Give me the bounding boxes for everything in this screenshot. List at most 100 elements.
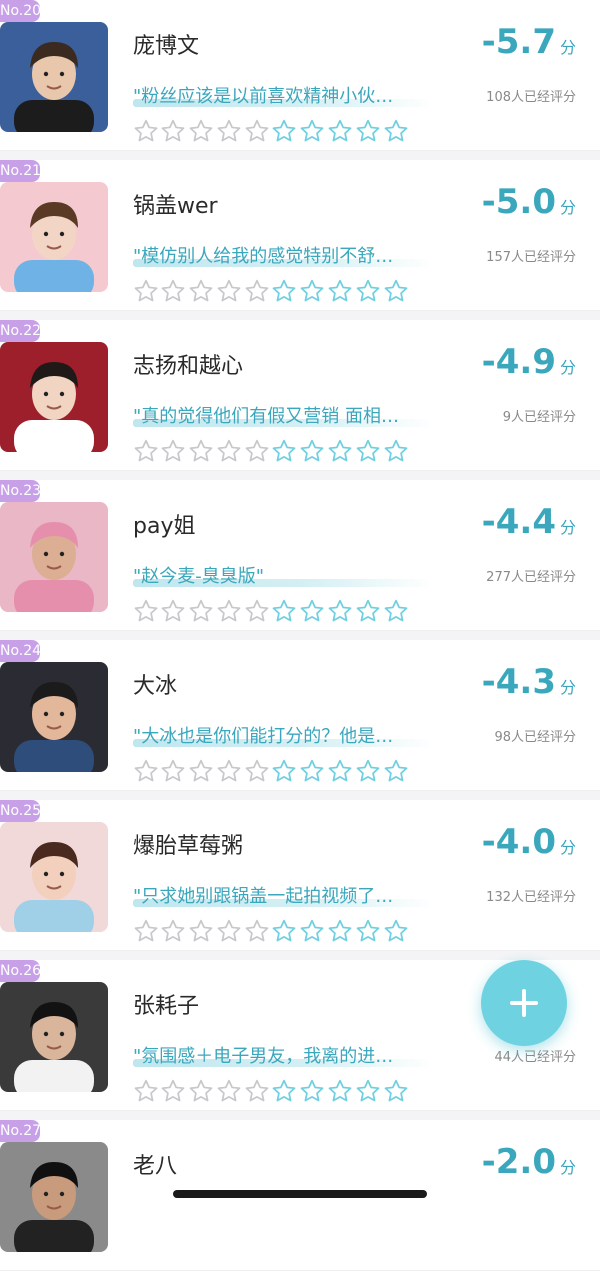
avatar[interactable] — [0, 182, 108, 292]
star-icon[interactable] — [355, 1078, 381, 1104]
star-icon[interactable] — [216, 278, 242, 304]
star-icon[interactable] — [188, 118, 214, 144]
list-item[interactable]: No.24 大冰 "大冰也是你们能打分的？他是… -4.3 分 98人已经评分 — [0, 640, 600, 791]
quote[interactable]: "只求她别跟锅盖一起拍视频了… — [133, 882, 443, 912]
star-icon[interactable] — [355, 278, 381, 304]
avatar[interactable] — [0, 822, 108, 932]
star-icon[interactable] — [299, 598, 325, 624]
star-icon[interactable] — [383, 118, 409, 144]
star-icon[interactable] — [327, 598, 353, 624]
star-rating[interactable] — [133, 918, 413, 944]
avatar[interactable] — [0, 342, 108, 452]
star-icon[interactable] — [133, 118, 159, 144]
star-icon[interactable] — [188, 758, 214, 784]
star-icon[interactable] — [188, 918, 214, 944]
star-icon[interactable] — [244, 758, 270, 784]
avatar[interactable] — [0, 22, 108, 132]
star-icon[interactable] — [271, 438, 297, 464]
star-rating[interactable] — [133, 118, 413, 144]
star-icon[interactable] — [133, 758, 159, 784]
star-icon[interactable] — [244, 598, 270, 624]
item-name[interactable]: 庞博文 — [133, 28, 199, 60]
star-icon[interactable] — [160, 278, 186, 304]
star-rating[interactable] — [133, 438, 413, 464]
star-icon[interactable] — [188, 278, 214, 304]
star-icon[interactable] — [188, 438, 214, 464]
avatar[interactable] — [0, 502, 108, 612]
star-icon[interactable] — [271, 1078, 297, 1104]
quote[interactable]: "真的觉得他们有假又营销 面相… — [133, 402, 443, 432]
star-icon[interactable] — [216, 758, 242, 784]
star-icon[interactable] — [327, 438, 353, 464]
item-name[interactable]: 锅盖wer — [133, 188, 218, 220]
star-icon[interactable] — [160, 1078, 186, 1104]
star-icon[interactable] — [133, 598, 159, 624]
star-icon[interactable] — [133, 1078, 159, 1104]
item-name[interactable]: pay姐 — [133, 508, 195, 540]
star-icon[interactable] — [188, 1078, 214, 1104]
star-rating[interactable] — [133, 1078, 413, 1104]
quote[interactable]: "粉丝应该是以前喜欢精神小伙… — [133, 82, 443, 112]
star-icon[interactable] — [383, 598, 409, 624]
star-icon[interactable] — [299, 758, 325, 784]
star-icon[interactable] — [383, 278, 409, 304]
star-icon[interactable] — [133, 438, 159, 464]
star-icon[interactable] — [216, 438, 242, 464]
star-icon[interactable] — [383, 758, 409, 784]
star-icon[interactable] — [299, 278, 325, 304]
star-icon[interactable] — [188, 598, 214, 624]
star-icon[interactable] — [216, 118, 242, 144]
star-icon[interactable] — [216, 598, 242, 624]
star-icon[interactable] — [383, 438, 409, 464]
quote[interactable]: "模仿别人给我的感觉特别不舒… — [133, 242, 443, 272]
star-rating[interactable] — [133, 598, 413, 624]
star-rating[interactable] — [133, 278, 413, 304]
star-icon[interactable] — [160, 758, 186, 784]
star-icon[interactable] — [299, 118, 325, 144]
quote[interactable]: "大冰也是你们能打分的？他是… — [133, 722, 443, 752]
star-icon[interactable] — [383, 1078, 409, 1104]
list-item[interactable]: No.25 爆胎草莓粥 "只求她别跟锅盖一起拍视频了… -4.0 分 132人已经评分 — [0, 800, 600, 951]
item-name[interactable]: 老八 — [133, 1148, 177, 1180]
quote[interactable]: "赵今麦-臭臭版" — [133, 562, 443, 592]
avatar[interactable] — [0, 662, 108, 772]
star-icon[interactable] — [355, 758, 381, 784]
star-icon[interactable] — [271, 118, 297, 144]
star-icon[interactable] — [355, 598, 381, 624]
star-icon[interactable] — [271, 278, 297, 304]
star-icon[interactable] — [160, 438, 186, 464]
star-icon[interactable] — [160, 118, 186, 144]
star-icon[interactable] — [133, 918, 159, 944]
star-icon[interactable] — [271, 598, 297, 624]
list-item[interactable]: No.21 锅盖wer "模仿别人给我的感觉特别不舒… -5.0 分 157人已经评分 — [0, 160, 600, 311]
quote[interactable]: "氛围感＋电子男友，我离的进… — [133, 1042, 443, 1072]
avatar[interactable] — [0, 1142, 108, 1252]
star-icon[interactable] — [327, 118, 353, 144]
item-name[interactable]: 大冰 — [133, 668, 177, 700]
star-icon[interactable] — [355, 918, 381, 944]
star-icon[interactable] — [327, 758, 353, 784]
star-icon[interactable] — [160, 918, 186, 944]
star-icon[interactable] — [327, 918, 353, 944]
star-icon[interactable] — [327, 278, 353, 304]
list-item[interactable]: No.22 志扬和越心 "真的觉得他们有假又营销 面相… -4.9 分 9人已经评分 — [0, 320, 600, 471]
star-icon[interactable] — [244, 1078, 270, 1104]
star-rating[interactable] — [133, 758, 413, 784]
star-icon[interactable] — [216, 1078, 242, 1104]
star-icon[interactable] — [299, 918, 325, 944]
star-icon[interactable] — [244, 118, 270, 144]
star-icon[interactable] — [271, 918, 297, 944]
star-icon[interactable] — [216, 918, 242, 944]
star-icon[interactable] — [383, 918, 409, 944]
star-icon[interactable] — [133, 278, 159, 304]
item-name[interactable]: 志扬和越心 — [133, 348, 243, 380]
star-icon[interactable] — [299, 438, 325, 464]
star-icon[interactable] — [244, 278, 270, 304]
star-icon[interactable] — [327, 1078, 353, 1104]
star-icon[interactable] — [244, 438, 270, 464]
star-icon[interactable] — [271, 758, 297, 784]
add-button[interactable] — [481, 960, 567, 1046]
avatar[interactable] — [0, 982, 108, 1092]
item-name[interactable]: 爆胎草莓粥 — [133, 828, 243, 860]
star-icon[interactable] — [355, 118, 381, 144]
